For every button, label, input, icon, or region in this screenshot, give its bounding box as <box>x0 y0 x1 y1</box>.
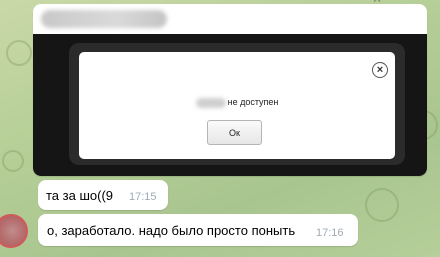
message-text: о, заработало. надо было просто поныть <box>47 223 296 238</box>
redacted-name <box>195 97 226 108</box>
avatar[interactable] <box>0 214 28 248</box>
message-text: та за шо((9 <box>46 188 113 203</box>
sender-name-redacted[interactable] <box>41 10 167 28</box>
message-time: 17:15 <box>129 191 157 203</box>
dialog-message: не доступен <box>79 97 395 108</box>
screenshot-image[interactable]: × не доступен Ок <box>33 34 427 176</box>
message-bubble[interactable]: та за шо((9 17:15 <box>38 180 168 210</box>
forwarded-image-message[interactable]: × не доступен Ок <box>33 4 427 176</box>
message-time: 17:16 <box>316 227 344 239</box>
message-bubble[interactable]: о, заработало. надо было просто поныть 1… <box>38 214 358 246</box>
chat-pane: ✕ × не доступен Ок та за шо((9 17:15 о, … <box>0 0 440 257</box>
error-dialog: × не доступен Ок <box>79 52 395 159</box>
close-icon: × <box>372 62 388 78</box>
dialog-frame: × не доступен Ок <box>69 43 405 165</box>
ok-button: Ок <box>207 120 262 145</box>
dialog-message-text: не доступен <box>227 97 279 107</box>
